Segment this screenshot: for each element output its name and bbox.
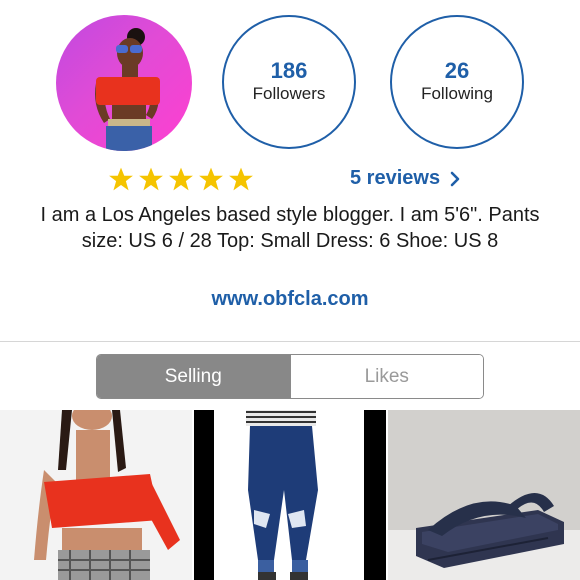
star-icon <box>169 167 193 191</box>
tab-selling[interactable]: Selling <box>97 355 290 398</box>
reviews-link[interactable]: 5 reviews <box>350 167 460 190</box>
profile-avatar[interactable] <box>56 15 192 151</box>
sandals-photo <box>388 410 580 580</box>
star-icon <box>199 167 223 191</box>
website-link[interactable]: www.obfcla.com <box>0 288 580 311</box>
rating-stars <box>108 166 254 192</box>
chevron-right-icon <box>450 171 460 186</box>
profile-bio: I am a Los Angeles based style blogger. … <box>40 204 540 252</box>
followers-count: 186 <box>270 58 308 83</box>
star-icon <box>109 167 133 191</box>
star-icon <box>229 167 253 191</box>
listing-thumbnail[interactable] <box>0 410 192 580</box>
star-icon <box>139 167 163 191</box>
avatar-photo <box>95 28 160 151</box>
selling-likes-toggle: Selling Likes <box>96 354 484 399</box>
section-divider <box>0 341 580 342</box>
followers-stat[interactable]: 186 Followers <box>222 15 356 149</box>
tab-likes[interactable]: Likes <box>289 355 483 398</box>
following-count: 26 <box>444 58 470 83</box>
listing-thumbnail[interactable] <box>194 410 386 580</box>
listing-grid <box>0 410 580 580</box>
listing-thumbnail[interactable] <box>388 410 580 580</box>
following-stat[interactable]: 26 Following <box>390 15 524 149</box>
reviews-label: 5 reviews <box>350 167 441 189</box>
jeans-photo <box>194 410 386 580</box>
following-label: Following <box>421 84 493 103</box>
followers-label: Followers <box>252 84 326 103</box>
red-top-photo <box>0 410 192 580</box>
